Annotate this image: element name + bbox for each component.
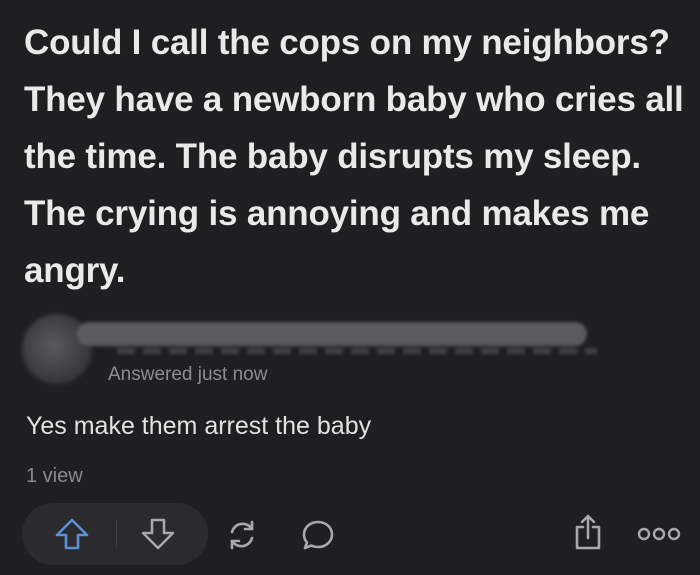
more-dots-icon (637, 527, 681, 541)
answer-timestamp: Answered just now (108, 364, 268, 385)
downvote-button[interactable] (140, 517, 176, 551)
view-count: 1 view (26, 465, 83, 487)
answer-header: Answered just now (22, 304, 597, 394)
share-button[interactable] (570, 512, 606, 552)
speech-bubble-icon (302, 520, 334, 550)
vote-control (22, 503, 208, 565)
answer-text: Yes make them arrest the baby (26, 412, 372, 440)
refresh-icon (230, 520, 254, 550)
vote-divider (116, 519, 117, 549)
more-options-button[interactable] (636, 524, 682, 544)
comment-button[interactable] (300, 517, 336, 553)
reshare-button[interactable] (224, 517, 260, 553)
question-text: Could I call the cops on my neighbors? T… (24, 23, 684, 290)
share-out-icon (575, 514, 601, 550)
arrow-down-icon (141, 518, 175, 550)
arrow-up-icon (55, 518, 89, 550)
redacted-author-name[interactable] (77, 322, 597, 354)
upvote-button[interactable] (54, 517, 90, 551)
